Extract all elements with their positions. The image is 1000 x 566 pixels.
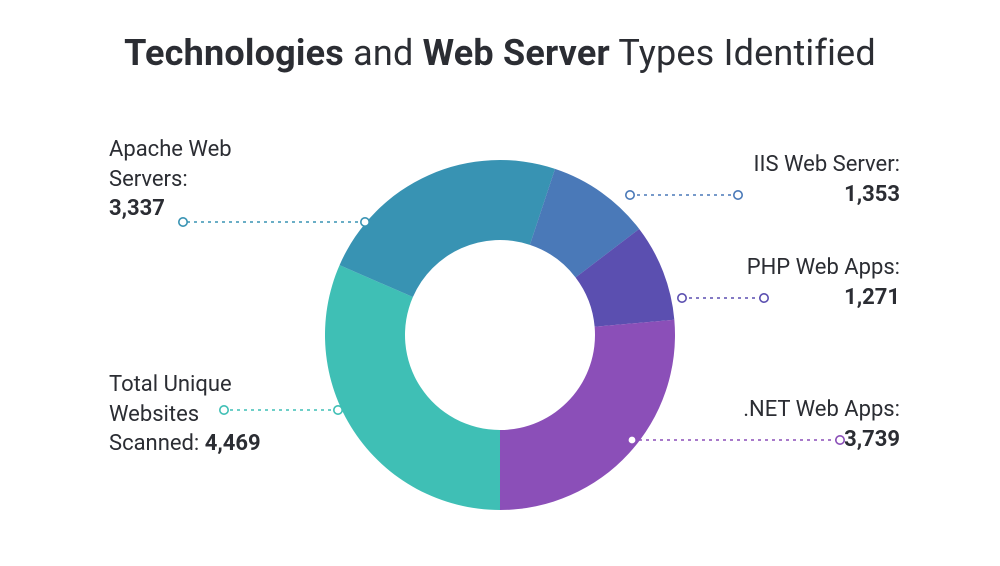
- label-total-value: 4,469: [205, 431, 261, 456]
- label-apache: Apache WebServers:3,337: [109, 135, 309, 224]
- label-net: .NET Web Apps:3,739: [680, 395, 900, 454]
- label-total-line2: Websites: [109, 402, 199, 427]
- leader-endpoint: [361, 218, 369, 226]
- leader-endpoint: [626, 191, 634, 199]
- label-iis: IIS Web Server:1,353: [680, 150, 900, 209]
- label-total-line1: Total Unique: [109, 372, 232, 397]
- label-iis-value: 1,353: [844, 182, 900, 207]
- donut-slice: [500, 320, 675, 510]
- leader-endpoint: [334, 406, 342, 414]
- label-net-value: 3,739: [844, 427, 900, 452]
- leader-endpoint: [628, 436, 636, 444]
- donut-slice: [340, 160, 555, 297]
- label-php-value: 1,271: [844, 285, 900, 310]
- label-total-line3-prefix: Scanned:: [109, 431, 205, 456]
- label-apache-value: 3,337: [109, 196, 165, 221]
- donut-slice: [325, 265, 500, 510]
- label-php: PHP Web Apps:1,271: [680, 253, 900, 312]
- label-total: Total Unique Websites Scanned: 4,469: [109, 370, 319, 459]
- donut-chart: Apache WebServers:3,337 Total Unique Web…: [0, 0, 1000, 566]
